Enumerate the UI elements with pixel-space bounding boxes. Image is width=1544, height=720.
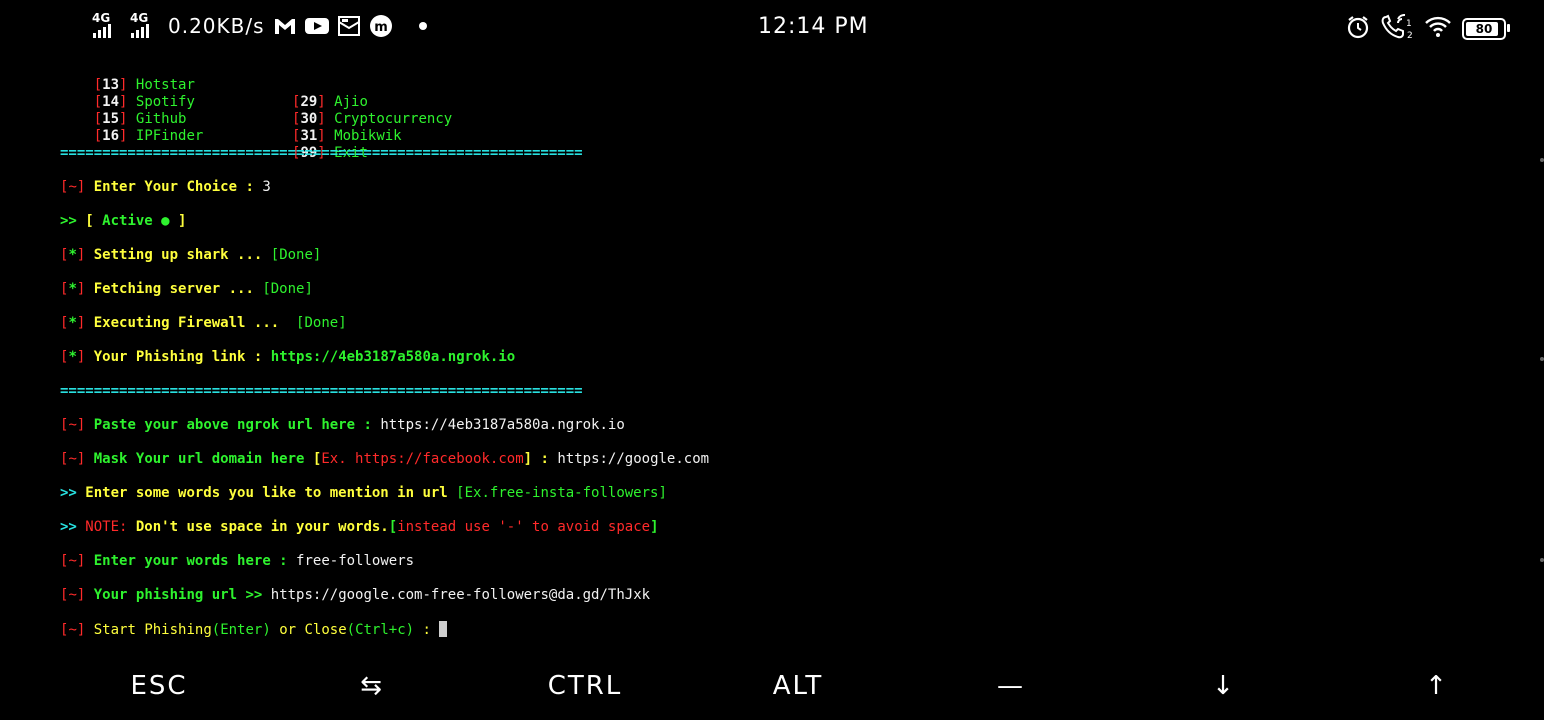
svg-text:m: m [374, 20, 388, 35]
network-type-sim1: 4G [92, 11, 111, 25]
firewall-line: [*] Executing Firewall ... [Done] [60, 315, 347, 331]
note-line: >> NOTE: Don't use space in your words.[… [60, 519, 659, 535]
dash-key[interactable]: — [951, 666, 1071, 706]
esc-key[interactable]: ESC [99, 666, 219, 706]
svg-text:1: 1 [1406, 19, 1412, 29]
mail-icon [337, 15, 361, 37]
wifi-calling-icon: 21 [1380, 14, 1414, 44]
battery-icon: 80 [1462, 18, 1510, 40]
clock: 12:14 PM [758, 14, 869, 39]
status-left: 4G 4G 0.20KB/s m [92, 12, 435, 40]
svg-text:2: 2 [1407, 31, 1413, 40]
separator: ========================================… [60, 145, 583, 161]
done-tag: [Done] [296, 315, 347, 331]
down-arrow-key[interactable]: ↓ [1164, 666, 1284, 706]
alarm-icon [1346, 15, 1370, 43]
done-tag: [Done] [262, 281, 313, 297]
youtube-icon [304, 15, 329, 37]
choice-value: 3 [262, 179, 271, 195]
mask-domain-line: [~] Mask Your url domain here [Ex. https… [60, 451, 710, 467]
up-arrow-key[interactable]: ↑ [1377, 666, 1497, 706]
status-bar: 4G 4G 0.20KB/s m 12:14 PM 21 80 [0, 0, 1544, 56]
active-line: >> [ Active ● ] [60, 213, 187, 229]
fetch-line: [*] Fetching server ... [Done] [60, 281, 313, 297]
words-value: free-followers [296, 553, 415, 569]
network-type-sim2: 4G [130, 11, 149, 25]
pasted-url: https://4eb3187a580a.ngrok.io [380, 417, 625, 433]
mask-domain-value: https://google.com [557, 451, 710, 467]
text-cursor[interactable] [439, 621, 448, 637]
phishing-url-line: [~] Your phishing url >> https://google.… [60, 587, 651, 603]
signal-icon-sim2: 4G [130, 12, 160, 40]
gmail-icon [273, 15, 297, 37]
setup-line: [*] Setting up shark ... [Done] [60, 247, 322, 263]
choice-line: [~] Enter Your Choice : 3 [60, 179, 271, 195]
tab-key[interactable]: ⇆ [312, 666, 432, 706]
extra-keys-bar: ESC ⇆ CTRL ALT — ↓ ↑ [0, 656, 1544, 720]
done-tag: [Done] [270, 247, 322, 263]
wifi-icon [1424, 16, 1452, 42]
notification-dot-icon [411, 15, 435, 37]
phishing-url: https://google.com-free-followers@da.gd/… [270, 587, 651, 603]
words-input-line: [~] Enter your words here : free-followe… [60, 553, 415, 569]
status-right: 21 80 [1346, 14, 1510, 44]
scroll-indicator [1540, 357, 1544, 361]
scroll-indicator [1540, 558, 1544, 562]
phishing-link-line: [*] Your Phishing link : https://4eb3187… [60, 349, 516, 365]
app-m-icon: m [369, 15, 393, 37]
battery-level: 80 [1475, 22, 1493, 36]
alt-key[interactable]: ALT [738, 666, 858, 706]
menu-item-label: Mobikwik [334, 128, 402, 144]
words-prompt-line: >> Enter some words you like to mention … [60, 485, 667, 501]
scroll-indicator [1540, 158, 1544, 162]
network-speed: 0.20KB/s [168, 14, 265, 38]
paste-url-line: [~] Paste your above ngrok url here : ht… [60, 417, 625, 433]
phishing-link: https://4eb3187a580a.ngrok.io [270, 349, 516, 365]
ctrl-key[interactable]: CTRL [525, 666, 645, 706]
active-status: Active ● [102, 213, 179, 229]
separator: ========================================… [60, 383, 583, 399]
signal-icon-sim1: 4G [92, 12, 122, 40]
start-prompt-line[interactable]: [~] Start Phishing(Enter) or Close(Ctrl+… [60, 621, 448, 639]
menu-item-label: Cryptocurrency [334, 111, 453, 127]
menu-item-label: Ajio [334, 94, 368, 110]
menu-item-label: IPFinder [135, 128, 204, 144]
